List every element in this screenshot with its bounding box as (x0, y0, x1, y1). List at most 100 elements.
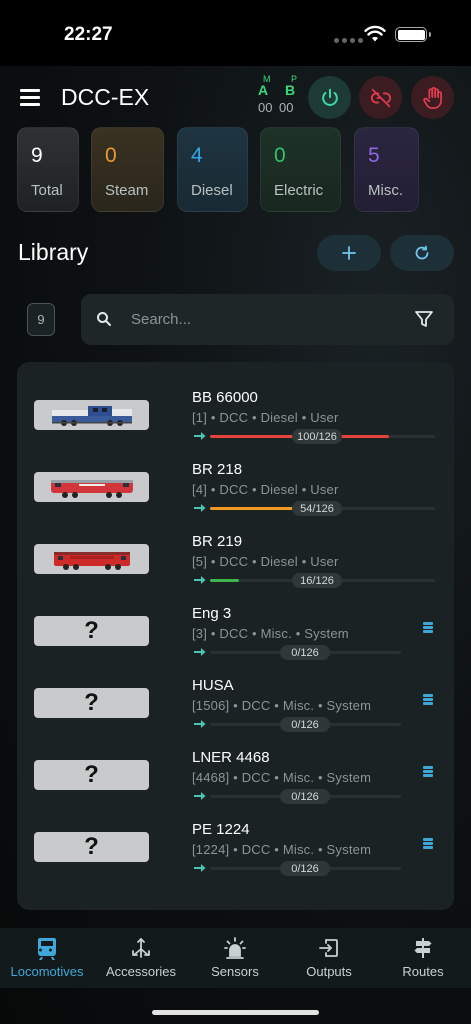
speed-slider[interactable]: 100/126 (210, 429, 435, 444)
unknown-image-icon: ? (84, 617, 99, 644)
stat-count: 0 (105, 144, 117, 167)
nav-accessories[interactable]: Accessories (94, 928, 188, 988)
speed-slider[interactable]: 0/126 (210, 861, 401, 876)
speed-label: 0/126 (280, 861, 330, 876)
roster-system-icon (423, 766, 433, 777)
loco-row[interactable]: ? LNER 4468 [4468] • DCC • Misc. • Syste… (17, 749, 454, 830)
speed-slider[interactable]: 0/126 (210, 645, 401, 660)
library-title: Library (18, 239, 89, 265)
loco-thumbnail (34, 544, 149, 574)
search-input[interactable] (131, 306, 401, 333)
search-bar (81, 294, 454, 345)
track-b-value: 00 (279, 100, 294, 115)
search-icon (97, 312, 111, 326)
link-off-icon (370, 88, 391, 107)
filter-icon[interactable] (414, 309, 434, 329)
power-icon (321, 88, 338, 106)
stat-card-electric[interactable]: 0 Electric (260, 127, 341, 212)
loco-row[interactable]: ? Eng 3 [3] • DCC • Misc. • System 0/126 (17, 605, 454, 686)
speed-slider[interactable]: 0/126 (210, 717, 401, 732)
direction-forward-icon[interactable] (194, 719, 206, 729)
nav-sensors[interactable]: Sensors (188, 928, 282, 988)
blue-white-diesel-image (51, 406, 132, 426)
loco-name: BB 66000 (192, 389, 258, 406)
direction-forward-icon[interactable] (194, 575, 206, 585)
nav-label: Accessories (105, 964, 177, 979)
accessories-icon (132, 938, 150, 958)
loco-row[interactable]: BB 66000 [1] • DCC • Diesel • User 100/1… (17, 389, 454, 470)
loco-name: BR 219 (192, 533, 243, 550)
loco-meta: [5] • DCC • Diesel • User (192, 554, 339, 569)
loco-name: BR 218 (192, 461, 243, 478)
loco-row[interactable]: ? PE 1224 [1224] • DCC • Misc. • System … (17, 821, 454, 902)
track-a-letter: A (258, 82, 269, 98)
stat-card-total[interactable]: 9 Total (17, 127, 79, 212)
roster-system-icon (423, 622, 433, 633)
nav-label: Routes (402, 964, 444, 979)
loco-row[interactable]: BR 219 [5] • DCC • Diesel • User 16/126 (17, 533, 454, 614)
wifi-icon (364, 25, 386, 42)
disconnect-button[interactable] (359, 76, 402, 119)
stat-count: 9 (31, 144, 43, 167)
stat-card-diesel[interactable]: 4 Diesel (177, 127, 248, 212)
stat-count: 5 (368, 144, 380, 167)
result-count-badge: 9 (27, 303, 55, 336)
loco-meta: [1506] • DCC • Misc. • System (192, 698, 372, 713)
red-diesel-2-image (53, 552, 130, 570)
stat-label: Total (31, 182, 63, 199)
loco-thumbnail: ? (34, 760, 149, 790)
signpost-icon (414, 938, 432, 958)
nav-locomotives[interactable]: Locomotives (0, 928, 94, 988)
nav-label: Sensors (211, 964, 259, 979)
refresh-icon (415, 245, 429, 260)
status-bar: 22:27 (0, 0, 471, 66)
nav-routes[interactable]: Routes (376, 928, 470, 988)
loco-row[interactable]: BR 218 [4] • DCC • Diesel • User 54/126 (17, 461, 454, 542)
loco-meta: [3] • DCC • Misc. • System (192, 626, 349, 641)
output-icon (319, 939, 338, 957)
direction-forward-icon[interactable] (194, 503, 206, 513)
loco-meta: [1] • DCC • Diesel • User (192, 410, 339, 425)
speed-label: 16/126 (292, 573, 342, 588)
power-button[interactable] (308, 76, 351, 119)
speed-label: 54/126 (292, 501, 342, 516)
plus-icon (342, 246, 356, 260)
unknown-image-icon: ? (84, 689, 99, 716)
direction-forward-icon[interactable] (194, 863, 206, 873)
add-loco-button[interactable] (317, 235, 381, 271)
speed-slider[interactable]: 16/126 (210, 573, 435, 588)
stat-card-misc[interactable]: 5 Misc. (354, 127, 419, 212)
loco-meta: [1224] • DCC • Misc. • System (192, 842, 372, 857)
stat-card-steam[interactable]: 0 Steam (91, 127, 164, 212)
loco-name: PE 1224 (192, 821, 250, 838)
speed-label: 0/126 (280, 645, 330, 660)
speed-fill (210, 579, 239, 582)
roster-system-icon (423, 838, 433, 849)
speed-slider[interactable]: 0/126 (210, 789, 401, 804)
loco-thumbnail: ? (34, 688, 149, 718)
status-time: 22:27 (64, 24, 113, 45)
loco-name: HUSA (192, 677, 234, 694)
stat-count: 0 (274, 144, 286, 167)
speed-slider[interactable]: 54/126 (210, 501, 435, 516)
menu-icon[interactable] (20, 89, 40, 106)
direction-forward-icon[interactable] (194, 791, 206, 801)
app-header: DCC-EX M P A B 00 00 (0, 66, 471, 126)
direction-forward-icon[interactable] (194, 431, 206, 441)
nav-outputs[interactable]: Outputs (282, 928, 376, 988)
refresh-button[interactable] (390, 235, 454, 271)
speed-label: 0/126 (280, 717, 330, 732)
direction-forward-icon[interactable] (194, 647, 206, 657)
emergency-stop-button[interactable] (411, 76, 454, 119)
track-b-letter: B (285, 82, 296, 98)
speed-label: 0/126 (280, 789, 330, 804)
train-icon (38, 938, 56, 960)
loco-thumbnail: ? (34, 616, 149, 646)
loco-row[interactable]: ? HUSA [1506] • DCC • Misc. • System 0/1… (17, 677, 454, 758)
sensor-icon (224, 937, 246, 959)
red-diesel-image (50, 480, 133, 498)
loco-meta: [4468] • DCC • Misc. • System (192, 770, 372, 785)
unknown-image-icon: ? (84, 833, 99, 860)
cellular-icon (334, 38, 363, 43)
stat-label: Misc. (368, 182, 403, 199)
